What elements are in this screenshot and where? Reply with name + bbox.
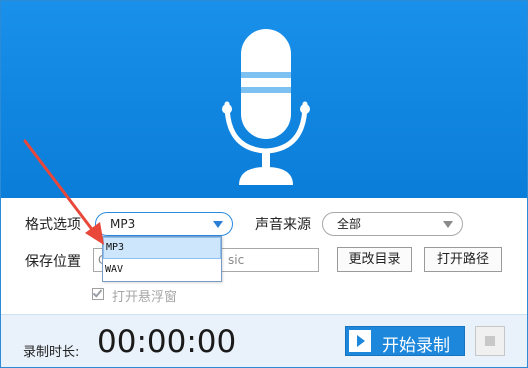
recorder-window: 格式选项 MP3 声音来源 全部 保存位置 C sic 更改目录 打开路径 MP… [0, 0, 528, 368]
chevron-down-icon[interactable] [443, 221, 453, 228]
format-dropdown-list: MP3 WAV [102, 236, 222, 282]
format-option-mp3[interactable]: MP3 [103, 237, 221, 259]
start-record-label: 开始录制 [382, 336, 450, 356]
source-label: 声音来源 [255, 217, 311, 233]
stop-button[interactable] [475, 326, 505, 356]
play-icon [349, 330, 371, 352]
duration-label: 录制时长: [23, 345, 80, 360]
format-selected-value: MP3 [110, 217, 136, 231]
checkmark-icon [92, 287, 103, 298]
start-record-button[interactable]: 开始录制 [345, 326, 465, 356]
hero-banner [1, 1, 527, 198]
source-select[interactable]: 全部 [322, 212, 463, 236]
stop-icon [485, 336, 495, 346]
timer-display: 00:00:00 [97, 324, 237, 360]
chevron-down-icon[interactable] [213, 221, 223, 228]
open-path-button[interactable]: 打开路径 [424, 247, 502, 272]
footer-bar: 录制时长: 00:00:00 开始录制 [1, 314, 527, 367]
microphone-icon [222, 29, 310, 185]
float-window-checkbox[interactable] [92, 287, 104, 300]
source-selected-value: 全部 [337, 217, 362, 231]
format-select[interactable]: MP3 [95, 212, 233, 236]
format-option-wav[interactable]: WAV [103, 259, 221, 281]
format-label: 格式选项 [25, 217, 81, 233]
float-window-label: 打开悬浮窗 [112, 290, 178, 305]
change-directory-button[interactable]: 更改目录 [337, 247, 412, 272]
save-location-label: 保存位置 [25, 254, 81, 270]
path-suffix: sic [228, 253, 245, 267]
